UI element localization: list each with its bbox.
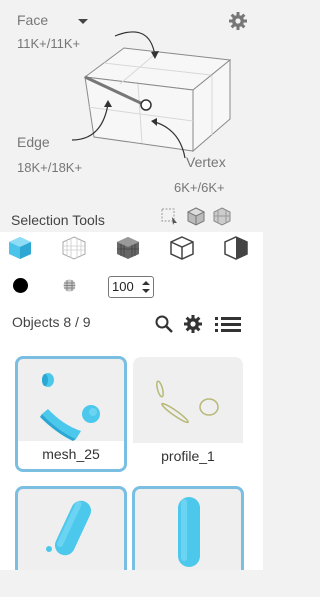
search-icon[interactable]	[154, 314, 174, 334]
cube-select-icon[interactable]	[186, 206, 206, 226]
cube-outline-icon[interactable]	[170, 236, 194, 260]
objects-grid: mesh_25 profile_1	[0, 342, 263, 576]
cube-wireframe-icon[interactable]	[62, 236, 86, 260]
vertex-count: 6K+/6K+	[174, 180, 225, 195]
selection-diagram: Face 11K+/11K+ Edge 18K+/18K+ Vertex 6K+…	[0, 0, 263, 200]
edge-label: Edge	[17, 134, 50, 150]
edge-count: 18K+/18K+	[17, 160, 83, 175]
spinner-arrows-icon[interactable]	[141, 280, 151, 294]
cube-grid-dark-icon[interactable]	[116, 236, 140, 260]
grid-cube-icon[interactable]	[212, 206, 232, 226]
gear-icon[interactable]	[228, 11, 248, 31]
object-card-profile[interactable]: profile_1	[133, 357, 243, 469]
chevron-down-icon	[78, 18, 89, 24]
objects-count-title: Objects 8 / 9	[12, 314, 91, 330]
hard-brush-icon[interactable]	[13, 278, 28, 293]
small-tool-group	[160, 206, 232, 226]
capsule-thumbnail	[178, 497, 200, 567]
brush-size-stepper[interactable]: 100	[108, 276, 154, 298]
mesh-thumbnail	[40, 373, 100, 441]
object-card-mesh[interactable]: mesh_25	[15, 356, 127, 472]
profile-thumbnail	[156, 380, 219, 424]
box-select-icon[interactable]	[160, 206, 180, 226]
soft-brush-icon[interactable]	[62, 278, 77, 293]
object-name: profile_1	[133, 443, 243, 469]
object-card-capsule-angled[interactable]	[15, 486, 127, 576]
vertex-label: Vertex	[186, 154, 226, 170]
object-name: mesh_25	[18, 441, 124, 469]
capsule-thumbnail	[46, 500, 92, 556]
gear-icon[interactable]	[183, 314, 203, 334]
list-view-icon[interactable]	[214, 314, 242, 334]
selection-mode-dropdown[interactable]: Face	[17, 12, 89, 28]
object-card-capsule-vertical[interactable]	[132, 486, 244, 576]
brush-size-value: 100	[112, 279, 134, 294]
mode-label: Face	[17, 12, 49, 28]
selection-tool-bar	[0, 232, 263, 264]
cube-solid-icon[interactable]	[8, 236, 32, 260]
cube-half-icon[interactable]	[224, 236, 248, 260]
selection-tools-title: Selection Tools	[11, 212, 105, 228]
face-count: 11K+/11K+	[17, 36, 81, 51]
bottom-strip	[0, 570, 263, 597]
